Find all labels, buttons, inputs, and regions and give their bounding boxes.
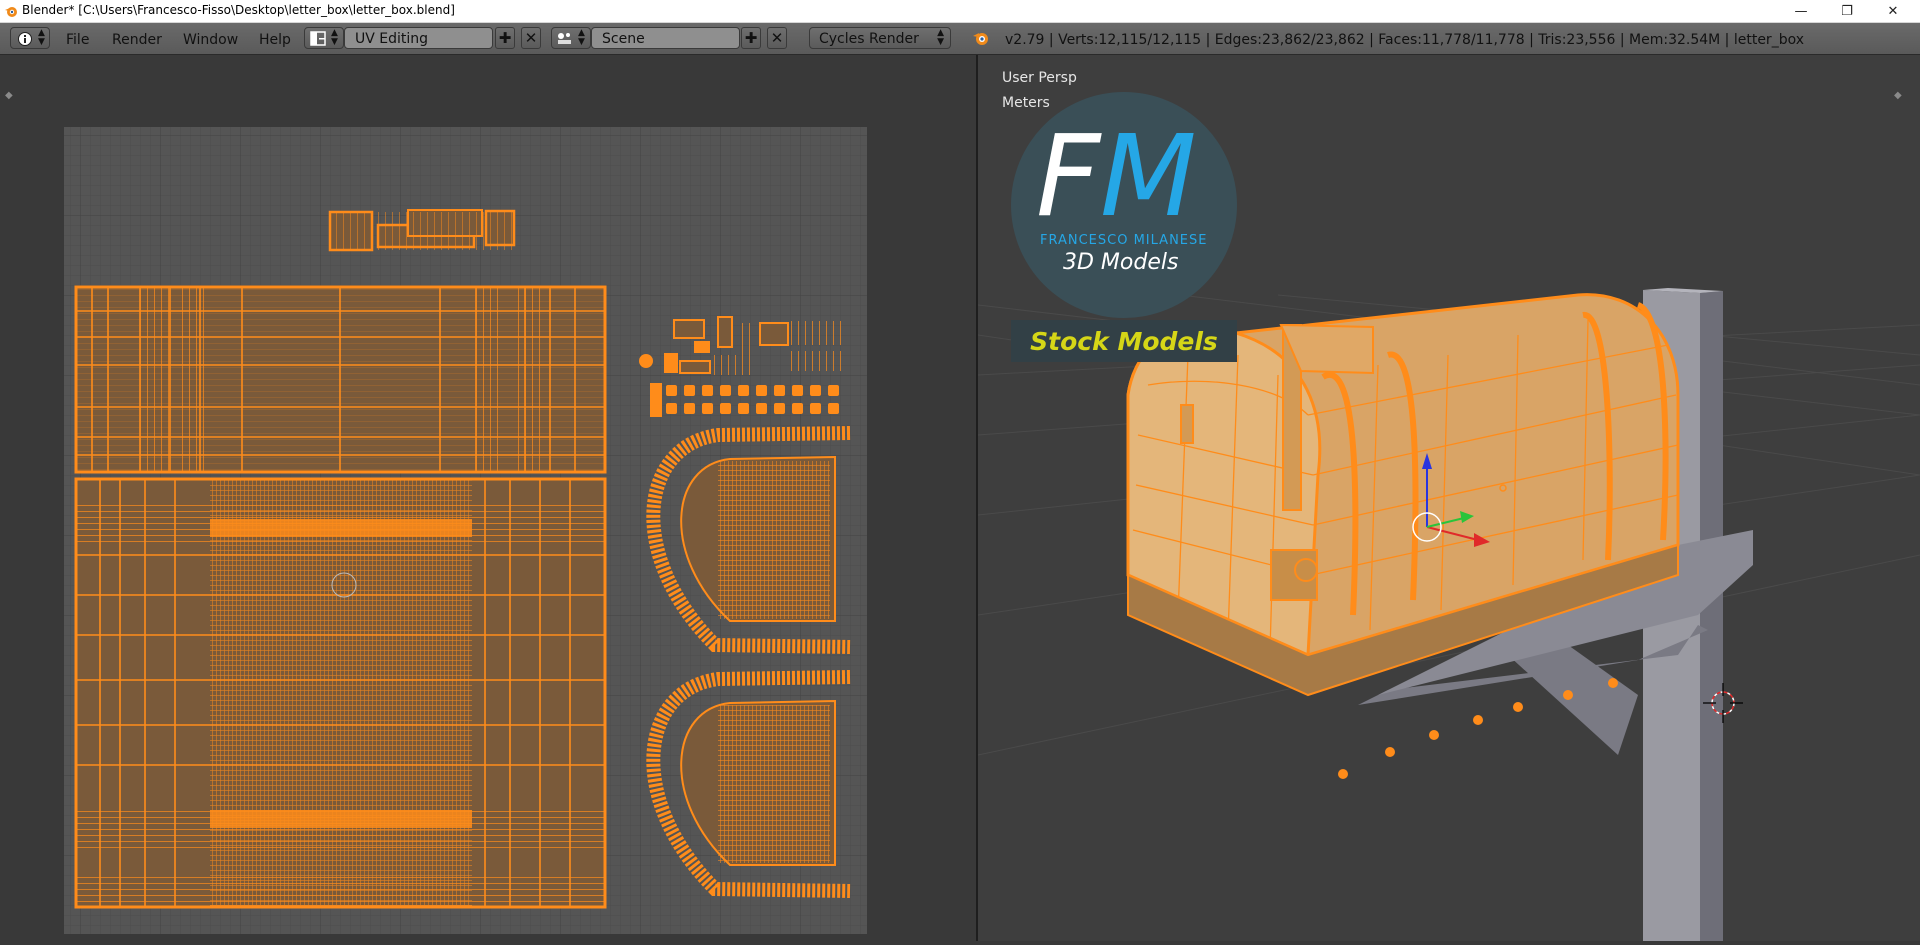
menu-window[interactable]: Window <box>183 32 238 48</box>
logo-banner-text: Stock Models <box>1030 326 1218 356</box>
add-scene-button[interactable]: ✚ <box>741 27 761 49</box>
uv-island-lower-panel <box>74 477 607 909</box>
close-icon: ✕ <box>770 29 784 47</box>
screen-layout-value: UV Editing <box>355 31 429 47</box>
logo-initial-f: F <box>1036 112 1100 242</box>
scene-icon <box>558 33 571 44</box>
uv-island-upper-panel <box>74 285 607 474</box>
render-engine-dropdown[interactable]: Cycles Render ▲ ▼ <box>809 27 951 49</box>
logo-name: FRANCESCO MILANESE <box>1040 233 1208 248</box>
editor-type-button[interactable]: ▲ ▼ <box>10 27 50 49</box>
screen-layout-browse-button[interactable]: ▲ ▼ <box>304 27 344 49</box>
menu-file[interactable]: File <box>66 32 89 48</box>
menu-render[interactable]: Render <box>112 32 162 48</box>
logo-banner: Stock Models <box>1011 320 1237 362</box>
logo-tagline: 3D Models <box>1063 250 1179 275</box>
scene-value: Scene <box>602 31 645 47</box>
info-header: ▲ ▼ File Render Window Help ▲ ▼ UV Editing… <box>0 23 1920 55</box>
blender-logo-icon <box>5 7 17 17</box>
units-label: Meters <box>1002 95 1050 111</box>
corner-widget-icon[interactable]: ◆ <box>1894 90 1902 101</box>
chevron-updown-icon: ▲ ▼ <box>937 28 944 47</box>
menu-help[interactable]: Help <box>259 32 291 48</box>
close-icon: ✕ <box>1887 3 1899 19</box>
window-title: Blender* [C:\Users\Francesco-Fisso\Deskt… <box>22 3 455 17</box>
restore-button[interactable]: ❐ <box>1824 0 1870 22</box>
uv-image-editor[interactable]: ◆ <box>0 55 976 941</box>
close-window-button[interactable]: ✕ <box>1870 0 1916 22</box>
logo-initial-m: M <box>1100 112 1197 242</box>
plus-icon: ✚ <box>744 29 758 47</box>
add-screen-button[interactable]: ✚ <box>495 27 515 49</box>
chevron-updown-icon: ▲ ▼ <box>331 28 338 47</box>
screen-layout-field[interactable]: UV Editing <box>344 27 493 49</box>
info-icon <box>18 32 32 46</box>
restore-icon: ❐ <box>1841 3 1853 19</box>
scene-field[interactable]: Scene <box>591 27 740 49</box>
uv-island-top-strip <box>328 209 516 252</box>
scene-browse-button[interactable]: ▲ ▼ <box>551 27 591 49</box>
minimize-button[interactable]: — <box>1778 0 1824 22</box>
chevron-updown-icon: ▲ ▼ <box>578 28 585 47</box>
close-icon: ✕ <box>524 29 538 47</box>
blender-logo-icon <box>973 33 988 45</box>
minimize-icon: — <box>1794 3 1808 19</box>
layout-icon <box>310 31 326 46</box>
delete-scene-button[interactable]: ✕ <box>767 27 787 49</box>
scene-statistics: v2.79 | Verts:12,115/12,115 | Edges:23,8… <box>1005 32 1804 48</box>
delete-screen-button[interactable]: ✕ <box>521 27 541 49</box>
render-engine-value: Cycles Render <box>819 31 919 47</box>
chevron-updown-icon: ▲ ▼ <box>38 28 45 47</box>
window-title-bar: Blender* [C:\Users\Francesco-Fisso\Deskt… <box>0 0 1920 23</box>
corner-widget-icon[interactable]: ◆ <box>5 90 13 101</box>
uv-editor-canvas[interactable]: ◆ <box>0 55 976 941</box>
plus-icon: ✚ <box>498 29 512 47</box>
view-label: User Persp <box>1002 70 1077 86</box>
